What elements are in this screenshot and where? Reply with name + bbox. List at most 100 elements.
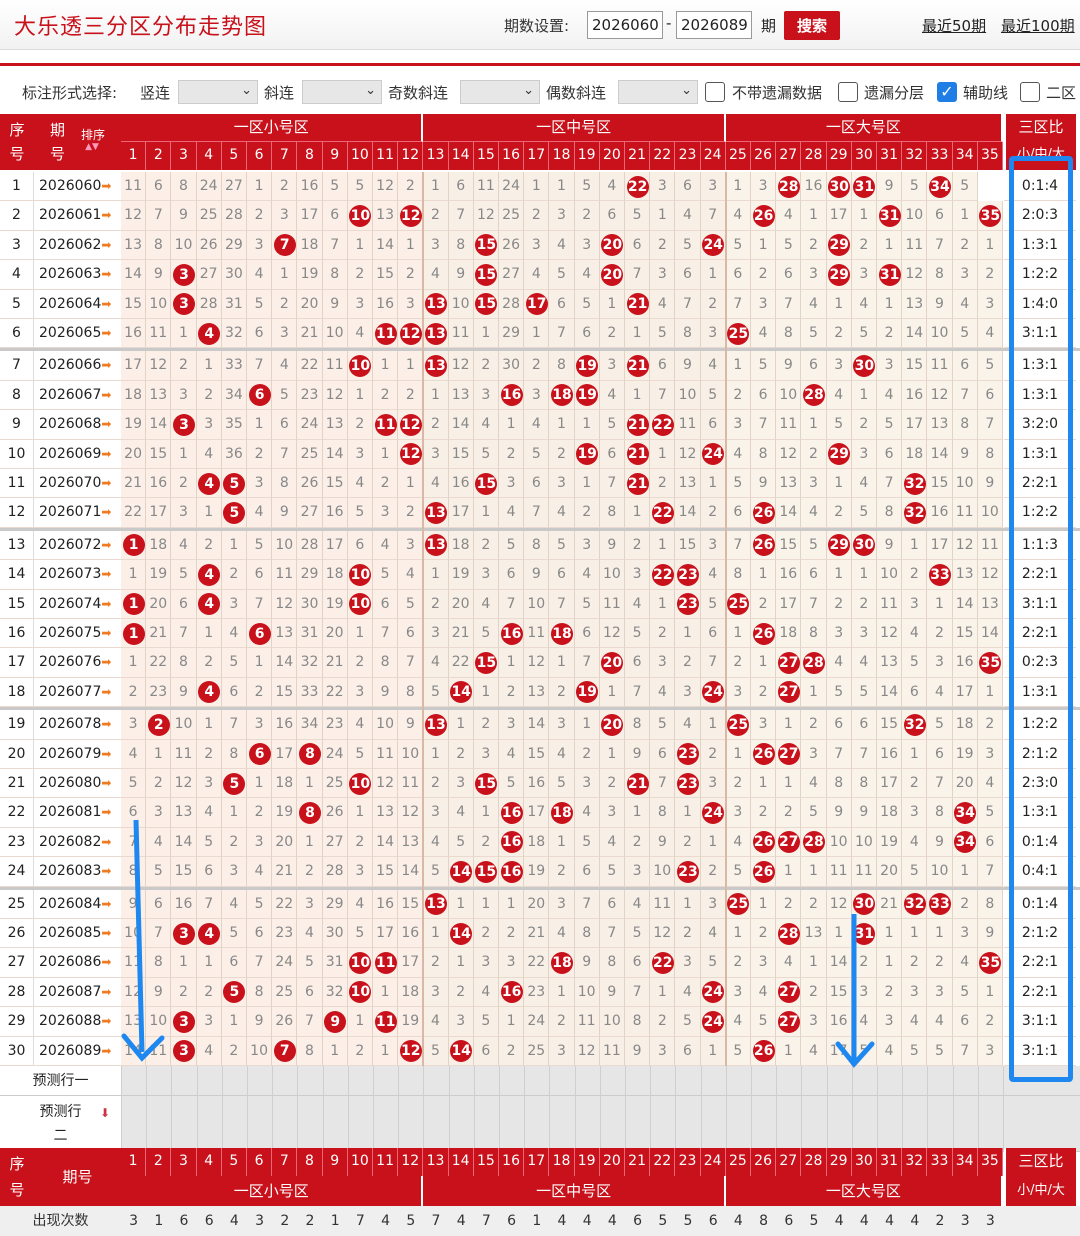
row-period[interactable]: 2026062➡: [34, 230, 121, 261]
row-period[interactable]: 2026083➡: [34, 857, 121, 887]
row-period[interactable]: 2026089➡: [34, 1036, 121, 1066]
trend-cell: 2: [801, 710, 827, 740]
trend-cell: 13: [877, 648, 903, 678]
row-period[interactable]: 2026084➡: [34, 889, 121, 919]
arrow-right-icon: ➡: [101, 446, 112, 461]
grid-line: [146, 1066, 148, 1152]
period-number: 2026060: [39, 178, 102, 194]
trend-cell: 14: [373, 827, 399, 858]
hit-ball: 20: [601, 263, 624, 286]
row-period[interactable]: 2026077➡: [34, 677, 121, 708]
trend-cell: 10: [902, 201, 928, 231]
trend-cell: 2: [725, 948, 751, 978]
period-start-input[interactable]: [587, 11, 663, 39]
trend-cell: 3: [902, 589, 928, 619]
period-number: 2026085: [39, 925, 102, 941]
hit-ball: 14: [450, 1040, 473, 1063]
count-cell: 4: [229, 1213, 239, 1229]
trend-cell: 31: [221, 289, 247, 319]
trend-cell: 4: [196, 919, 222, 949]
trend-cell: 11: [599, 1036, 625, 1066]
number-header: 12: [398, 142, 424, 170]
trend-cell: 6: [952, 1007, 978, 1037]
trend-cell: 11: [121, 172, 147, 202]
trend-cell: 3: [877, 351, 903, 381]
row-period[interactable]: 2026064➡: [34, 289, 121, 319]
row-period[interactable]: 2026079➡: [34, 739, 121, 769]
sort-icon[interactable]: ▲▼: [80, 142, 104, 154]
row-period[interactable]: 2026072➡: [34, 530, 121, 561]
trend-cell: 15: [927, 469, 953, 499]
row-period[interactable]: 2026060➡: [34, 172, 121, 202]
trend-cell: 6: [625, 648, 651, 678]
row-period[interactable]: 2026069➡: [34, 439, 121, 469]
row-period[interactable]: 2026070➡: [34, 469, 121, 499]
trend-cell: 2: [851, 410, 877, 440]
grid-line: [347, 1066, 349, 1152]
trend-cell: 1: [700, 1036, 726, 1066]
number-footer-header: 6: [247, 1148, 273, 1176]
trend-cell: 3: [247, 230, 273, 261]
trend-cell: 8: [599, 948, 625, 978]
period-end-input[interactable]: [676, 11, 752, 39]
odd-diagonal-select[interactable]: ⌄: [460, 80, 540, 104]
trend-cell: 11: [826, 857, 852, 887]
search-button[interactable]: 搜索: [784, 11, 840, 40]
trend-cell: 16: [373, 889, 399, 919]
no-missing-checkbox[interactable]: [705, 82, 725, 102]
trend-cell: 4: [776, 948, 802, 978]
trend-cell: 19: [574, 380, 600, 411]
row-period[interactable]: 2026073➡: [34, 560, 121, 590]
row-period[interactable]: 2026071➡: [34, 498, 121, 528]
row-period[interactable]: 2026067➡: [34, 380, 121, 411]
trend-cell: 1: [473, 319, 499, 349]
zone2-checkbox[interactable]: [1020, 82, 1040, 102]
aux-line-checkbox[interactable]: ✓: [937, 82, 957, 102]
trend-cell: 21: [877, 889, 903, 919]
row-period[interactable]: 2026085➡: [34, 919, 121, 949]
row-period[interactable]: 2026087➡: [34, 977, 121, 1008]
row-period[interactable]: 2026075➡: [34, 619, 121, 649]
row-period[interactable]: 2026078➡: [34, 710, 121, 740]
row-period[interactable]: 2026074➡: [34, 589, 121, 619]
even-diagonal-select[interactable]: ⌄: [618, 80, 698, 104]
row-period[interactable]: 2026061➡: [34, 201, 121, 231]
row-period[interactable]: 2026068➡: [34, 410, 121, 440]
recent-100-link[interactable]: 最近100期: [1001, 15, 1075, 36]
trend-cell: 3: [347, 857, 373, 887]
vertical-select[interactable]: ⌄: [178, 80, 258, 104]
trend-cell: 1: [196, 619, 222, 649]
row-period[interactable]: 2026065➡: [34, 319, 121, 349]
row-period[interactable]: 2026063➡: [34, 260, 121, 290]
recent-50-link[interactable]: 最近50期: [922, 15, 986, 36]
trend-cell: 10: [927, 857, 953, 887]
row-period[interactable]: 2026088➡: [34, 1007, 121, 1037]
trend-cell: 7: [625, 977, 651, 1008]
hit-ball: 12: [399, 322, 422, 345]
trend-cell: 2: [675, 648, 701, 678]
row-period[interactable]: 2026080➡: [34, 769, 121, 799]
trend-cell: 17: [373, 919, 399, 949]
period-number: 2026073: [39, 566, 102, 583]
trend-cell: 3: [700, 889, 726, 919]
row-period[interactable]: 2026076➡: [34, 648, 121, 678]
grid-line: [977, 1066, 979, 1152]
period-number: 2026074: [39, 595, 102, 612]
row-period[interactable]: 2026066➡: [34, 351, 121, 381]
trend-cell: 7: [952, 1036, 978, 1066]
trend-cell: 26: [751, 619, 777, 649]
row-period[interactable]: 2026081➡: [34, 798, 121, 828]
zone-mid-header: 一区中号区: [423, 114, 726, 142]
row-period[interactable]: 2026082➡: [34, 827, 121, 858]
missing-layer-checkbox[interactable]: [838, 82, 858, 102]
trend-cell: 9: [952, 439, 978, 469]
row-period[interactable]: 2026086➡: [34, 948, 121, 978]
trend-cell: 6: [625, 230, 651, 261]
trend-cell: 14: [373, 230, 399, 261]
hit-ball: 26: [752, 622, 775, 645]
trend-cell: 3: [196, 769, 222, 799]
trend-cell: 1: [473, 889, 499, 919]
hit-ball: 28: [802, 831, 825, 854]
diagonal-select[interactable]: ⌄: [302, 80, 382, 104]
grid-line: [297, 1066, 299, 1152]
